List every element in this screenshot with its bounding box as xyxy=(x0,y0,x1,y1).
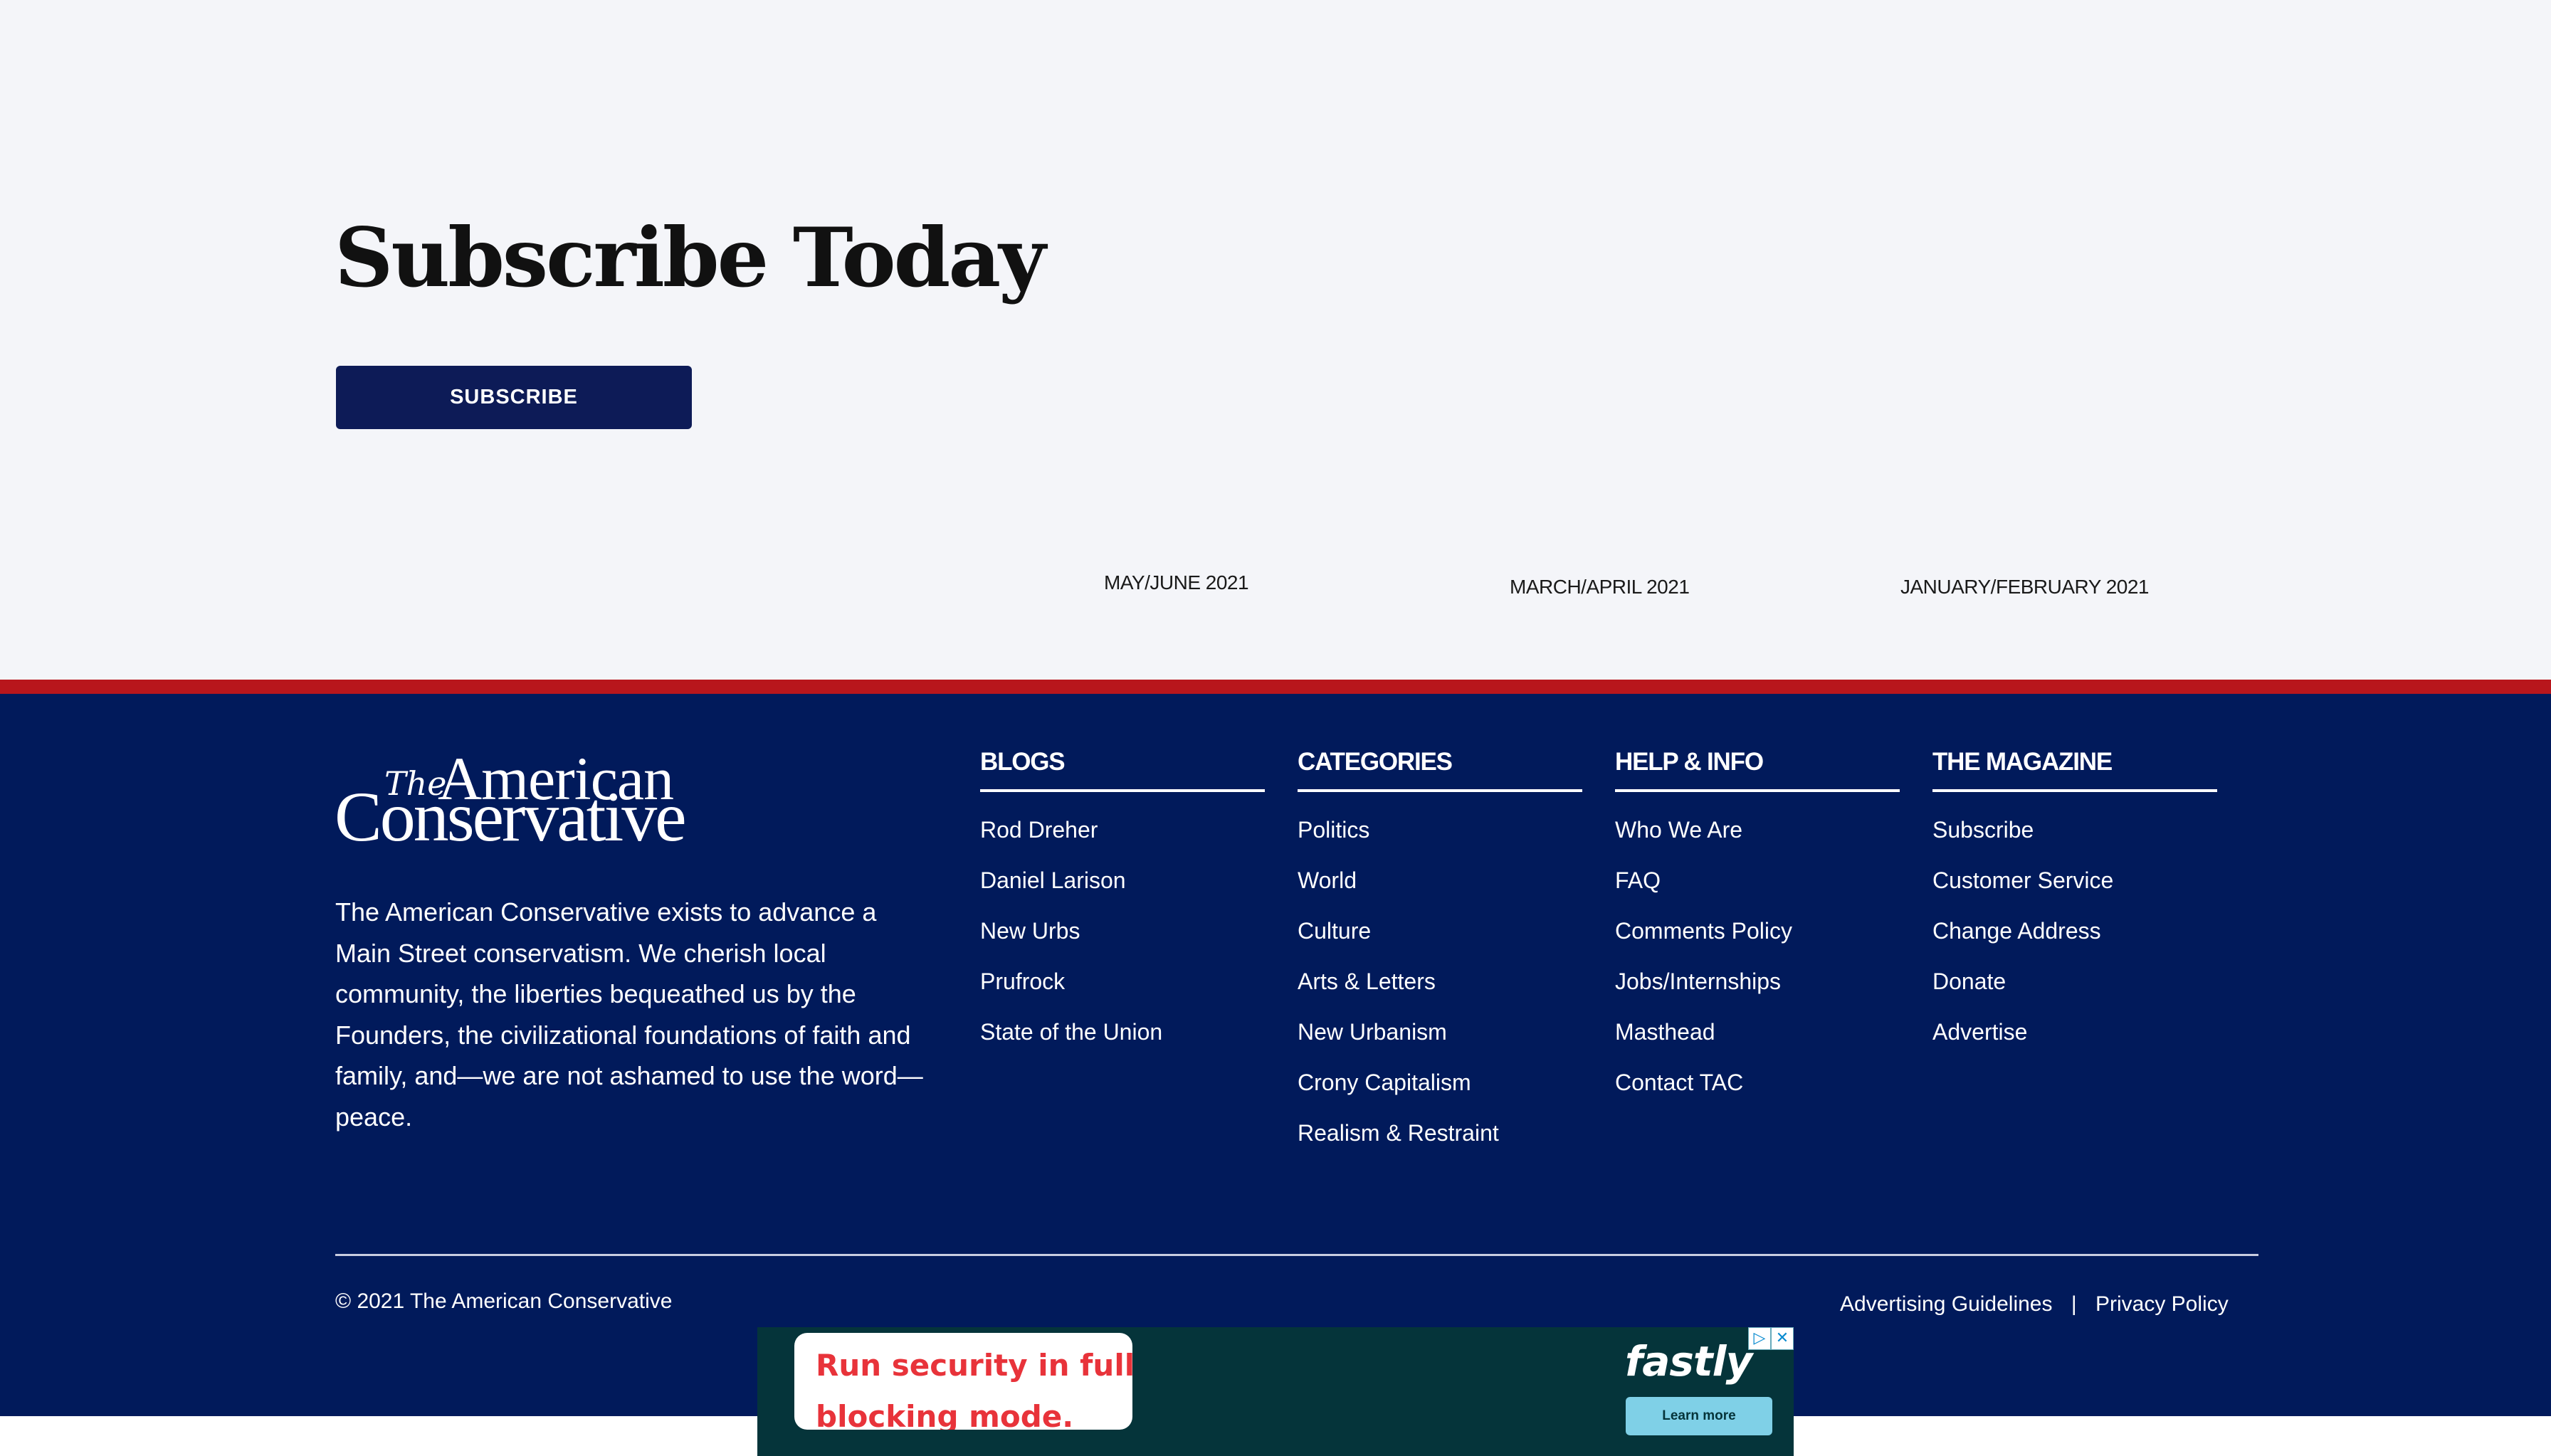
copyright-text: © 2021 The American Conservative xyxy=(335,1289,673,1313)
mission-statement: The American Conservative exists to adva… xyxy=(335,897,923,1131)
section-divider xyxy=(0,680,2551,694)
close-icon[interactable]: ✕ xyxy=(1771,1327,1794,1350)
footer-link[interactable]: Customer Service xyxy=(1932,866,2217,917)
footer-link[interactable]: Who We Are xyxy=(1615,816,1900,866)
footer-link[interactable]: Realism & Restraint xyxy=(1298,1119,1582,1169)
ad-banner[interactable]: Run security in full blocking mode. fast… xyxy=(757,1327,1794,1456)
footer-link[interactable]: FAQ xyxy=(1615,866,1900,917)
footer-heading: BLOGS xyxy=(980,748,1265,792)
footer-link[interactable]: Change Address xyxy=(1932,917,2217,967)
logo-conservative: Conservative xyxy=(335,777,687,856)
issue-label[interactable]: MARCH/APRIL 2021 xyxy=(1510,576,1690,598)
footer-link[interactable]: Donate xyxy=(1932,967,2217,1018)
footer-link[interactable]: Arts & Letters xyxy=(1298,967,1582,1018)
subscribe-section: Subscribe Today SUBSCRIBE MAY/JUNE 2021 … xyxy=(0,0,2551,680)
footer-column-magazine: THE MAGAZINE Subscribe Customer Service … xyxy=(1932,748,2217,1068)
footer-link[interactable]: Culture xyxy=(1298,917,1582,967)
footer-link[interactable]: Subscribe xyxy=(1932,816,2217,866)
footer-link[interactable]: Comments Policy xyxy=(1615,917,1900,967)
footer-link[interactable]: Rod Dreher xyxy=(980,816,1265,866)
footer-link[interactable]: Jobs/Internships xyxy=(1615,967,1900,1018)
footer-link[interactable]: Prufrock xyxy=(980,967,1265,1018)
footer-heading: CATEGORIES xyxy=(1298,748,1582,792)
legal-links: Advertising Guidelines | Privacy Policy xyxy=(1840,1292,2229,1317)
ad-headline: Run security in full blocking mode. xyxy=(816,1340,1132,1430)
footer-link[interactable]: Contact TAC xyxy=(1615,1068,1900,1119)
footer-column-categories: CATEGORIES Politics World Culture Arts &… xyxy=(1298,748,1582,1169)
footer-link[interactable]: Masthead xyxy=(1615,1018,1900,1068)
issue-label[interactable]: JANUARY/FEBRUARY 2021 xyxy=(1900,576,2150,598)
ad-learn-more-button[interactable]: Learn more xyxy=(1626,1397,1772,1435)
footer-link[interactable]: Politics xyxy=(1298,816,1582,866)
footer-link[interactable]: State of the Union xyxy=(980,1018,1265,1068)
play-triangle-icon[interactable]: ▷ xyxy=(1748,1327,1771,1350)
footer-link[interactable]: Daniel Larison xyxy=(980,866,1265,917)
ad-headline-line1: Run security in full xyxy=(816,1348,1132,1383)
subscribe-title: Subscribe Today xyxy=(335,210,1046,305)
footer-link[interactable]: New Urbanism xyxy=(1298,1018,1582,1068)
footer-heading: THE MAGAZINE xyxy=(1932,748,2217,792)
footer-link[interactable]: Advertise xyxy=(1932,1018,2217,1068)
issue-label[interactable]: MAY/JUNE 2021 xyxy=(1104,571,1249,594)
legal-separator: | xyxy=(2071,1292,2077,1316)
privacy-policy-link[interactable]: Privacy Policy xyxy=(2095,1292,2229,1317)
footer-link[interactable]: World xyxy=(1298,866,1582,917)
ad-card[interactable]: Run security in full blocking mode. xyxy=(794,1333,1132,1430)
footer-column-help-info: HELP & INFO Who We Are FAQ Comments Poli… xyxy=(1615,748,1900,1119)
subscribe-button[interactable]: SUBSCRIBE xyxy=(336,366,692,429)
ad-brand-logo: fastly xyxy=(1625,1337,1752,1386)
footer-link[interactable]: Crony Capitalism xyxy=(1298,1068,1582,1119)
footer-heading: HELP & INFO xyxy=(1615,748,1900,792)
ad-badges: ▷ ✕ xyxy=(1748,1327,1794,1350)
footer-divider xyxy=(335,1254,2258,1256)
footer-link[interactable]: New Urbs xyxy=(980,917,1265,967)
site-logo[interactable]: The American Conservative xyxy=(335,744,705,856)
footer-column-blogs: BLOGS Rod Dreher Daniel Larison New Urbs… xyxy=(980,748,1265,1068)
ad-headline-line2: blocking mode. xyxy=(816,1399,1074,1430)
advertising-guidelines-link[interactable]: Advertising Guidelines xyxy=(1840,1292,2053,1317)
